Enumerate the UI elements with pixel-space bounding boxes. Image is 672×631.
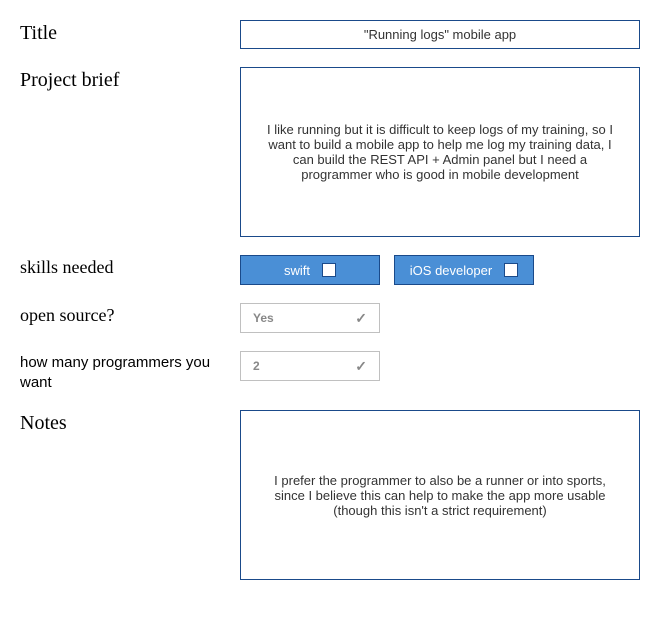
open-source-label: open source?: [20, 303, 240, 326]
title-input[interactable]: "Running logs" mobile app: [240, 20, 640, 49]
project-brief-text: I like running but it is difficult to ke…: [261, 122, 619, 182]
notes-textarea[interactable]: I prefer the programmer to also be a run…: [240, 410, 640, 580]
open-source-select[interactable]: Yes ✓: [240, 303, 380, 333]
skill-checkbox-icon[interactable]: [322, 263, 336, 277]
skill-chip-swift[interactable]: swift: [240, 255, 380, 285]
notes-label: Notes: [20, 410, 240, 435]
project-brief-label: Project brief: [20, 67, 240, 92]
check-icon: ✓: [355, 358, 367, 375]
skill-label: iOS developer: [410, 263, 492, 278]
project-brief-textarea[interactable]: I like running but it is difficult to ke…: [240, 67, 640, 237]
programmers-value: 2: [253, 359, 260, 373]
open-source-value: Yes: [253, 311, 274, 325]
skills-needed-label: skills needed: [20, 255, 240, 278]
skill-chip-ios-developer[interactable]: iOS developer: [394, 255, 534, 285]
skill-label: swift: [284, 263, 310, 278]
programmers-select[interactable]: 2 ✓: [240, 351, 380, 381]
title-label: Title: [20, 20, 240, 45]
check-icon: ✓: [355, 310, 367, 327]
skill-checkbox-icon[interactable]: [504, 263, 518, 277]
notes-text: I prefer the programmer to also be a run…: [261, 473, 619, 518]
programmers-label: how many programmers you want: [20, 351, 240, 392]
